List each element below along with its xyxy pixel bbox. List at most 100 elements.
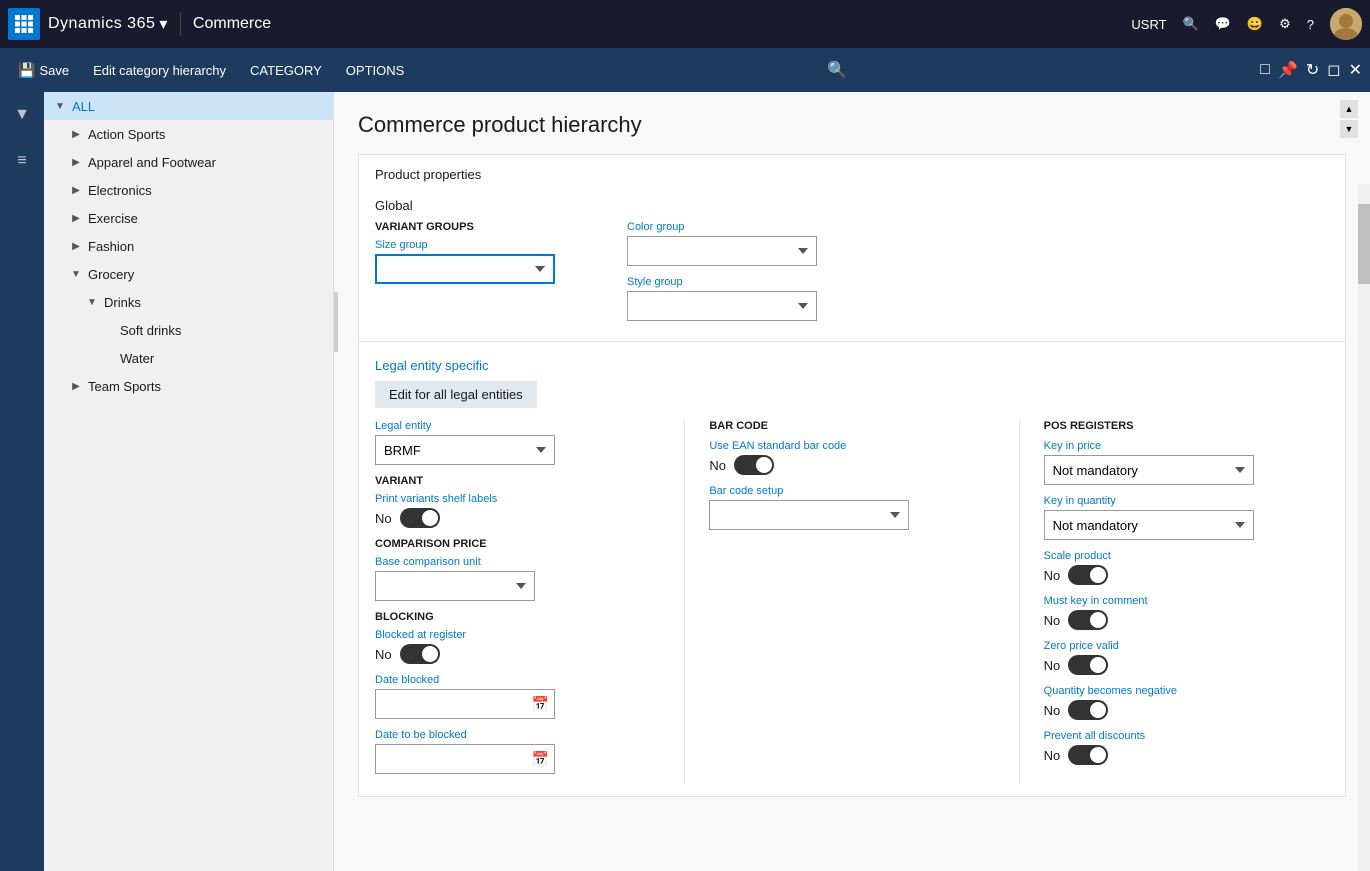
close-icon[interactable]: ✕ [1349, 60, 1362, 80]
global-subsection-label: Global [359, 194, 1345, 217]
category-button[interactable]: CATEGORY [240, 59, 332, 82]
refresh-icon[interactable]: ↻ [1306, 60, 1319, 80]
blocked-register-toggle[interactable] [400, 644, 440, 664]
tree-item-apparel[interactable]: ▶ Apparel and Footwear [44, 148, 333, 176]
edit-category-label: Edit category hierarchy [93, 63, 226, 78]
zero-price-toggle[interactable] [1068, 655, 1108, 675]
edit-category-button[interactable]: Edit category hierarchy [83, 59, 236, 82]
must-key-comment-label: Must key in comment [1044, 595, 1329, 607]
qty-negative-label: Quantity becomes negative [1044, 685, 1329, 697]
prevent-discounts-toggle[interactable] [1068, 745, 1108, 765]
tree-item-electronics-label: Electronics [88, 183, 325, 198]
expander-team-sports: ▶ [68, 378, 84, 394]
tree-item-fashion[interactable]: ▶ Fashion [44, 232, 333, 260]
user-label: USRT [1131, 17, 1166, 32]
key-in-qty-select[interactable]: Not mandatory Mandatory Normal [1044, 510, 1254, 540]
expander-grocery: ▼ [68, 266, 84, 282]
size-group-select[interactable] [375, 254, 555, 284]
key-in-qty-label: Key in quantity [1044, 495, 1329, 507]
tree-item-fashion-label: Fashion [88, 239, 325, 254]
search-icon[interactable]: 🔍 [1183, 16, 1199, 32]
top-navbar: Dynamics 365 ▾ Commerce USRT 🔍 💬 😀 ⚙ ? [0, 0, 1370, 48]
base-comparison-select[interactable] [375, 571, 535, 601]
cmd-search-icon[interactable]: 🔍 [819, 56, 855, 84]
scale-product-value: No [1044, 568, 1061, 583]
tree-item-team-sports[interactable]: ▶ Team Sports [44, 372, 333, 400]
expand-icon[interactable]: ◻ [1327, 60, 1340, 80]
date-blocked-label: Date blocked [375, 674, 660, 686]
date-to-blocked-input[interactable] [375, 744, 555, 774]
scale-product-toggle[interactable] [1068, 565, 1108, 585]
options-label: OPTIONS [346, 63, 405, 78]
scale-product-label: Scale product [1044, 550, 1329, 562]
hamburger-icon[interactable]: ≡ [11, 146, 32, 176]
use-ean-toggle[interactable] [734, 455, 774, 475]
tree-item-soft-drinks-label: Soft drinks [120, 323, 325, 338]
comment-icon[interactable]: 💬 [1215, 16, 1231, 32]
barcode-setup-select[interactable] [709, 500, 909, 530]
prevent-discounts-value: No [1044, 748, 1061, 763]
settings-icon[interactable]: ⚙ [1279, 16, 1291, 32]
main-scrollbar[interactable] [1358, 184, 1370, 871]
app-title[interactable]: Dynamics 365 ▾ [48, 14, 168, 34]
waffle-icon[interactable] [8, 8, 40, 40]
barcode-title: BAR CODE [709, 420, 994, 432]
tree-item-water-label: Water [120, 351, 325, 366]
variant-groups-title: VARIANT GROUPS [375, 221, 595, 233]
expander-fashion: ▶ [68, 238, 84, 254]
pos-registers-title: POS REGISTERS [1044, 420, 1329, 432]
zero-price-value: No [1044, 658, 1061, 673]
pin-icon[interactable]: 📌 [1278, 60, 1298, 80]
tree-item-exercise[interactable]: ▶ Exercise [44, 204, 333, 232]
expander-exercise: ▶ [68, 210, 84, 226]
print-variants-toggle[interactable] [400, 508, 440, 528]
qty-negative-toggle[interactable] [1068, 700, 1108, 720]
base-comparison-label: Base comparison unit [375, 556, 660, 568]
avatar[interactable] [1330, 8, 1362, 40]
main-content: ▲ ▼ Commerce product hierarchy Product p… [334, 92, 1370, 871]
expander-drinks: ▼ [84, 294, 100, 310]
options-button[interactable]: OPTIONS [336, 59, 415, 82]
tree-item-team-sports-label: Team Sports [88, 379, 325, 394]
tree-item-water[interactable]: Water [44, 344, 333, 372]
use-ean-value: No [709, 458, 726, 473]
size-group-label: Size group [375, 239, 595, 251]
must-key-comment-toggle[interactable] [1068, 610, 1108, 630]
scroll-controls: ▲ ▼ [1340, 100, 1358, 138]
use-ean-label: Use EAN standard bar code [709, 440, 994, 452]
scroll-up-btn[interactable]: ▲ [1340, 100, 1358, 118]
tree-item-drinks-label: Drinks [104, 295, 325, 310]
save-label: Save [39, 63, 69, 78]
blocked-register-value: No [375, 647, 392, 662]
tree-item-all[interactable]: ▼ ALL [44, 92, 333, 120]
must-key-comment-value: No [1044, 613, 1061, 628]
sidebar-icons: ▼ ≡ [0, 92, 44, 871]
style-group-select[interactable] [627, 291, 817, 321]
legal-entity-select[interactable]: BRMF USRT MXMF [375, 435, 555, 465]
tree-item-action-sports[interactable]: ▶ Action Sports [44, 120, 333, 148]
tree-item-drinks[interactable]: ▼ Drinks [44, 288, 333, 316]
expander-apparel: ▶ [68, 154, 84, 170]
expander-electronics: ▶ [68, 182, 84, 198]
product-properties-header: Product properties [359, 155, 1345, 194]
page-title: Commerce product hierarchy [358, 112, 1346, 138]
help-icon[interactable]: ? [1307, 17, 1314, 32]
style-group-label: Style group [627, 276, 827, 288]
tree-item-grocery[interactable]: ▼ Grocery [44, 260, 333, 288]
save-button[interactable]: 💾 Save [8, 58, 79, 83]
module-name: Commerce [193, 15, 271, 33]
office-icon[interactable]: □ [1260, 61, 1270, 79]
color-group-select[interactable] [627, 236, 817, 266]
tree-item-electronics[interactable]: ▶ Electronics [44, 176, 333, 204]
edit-legal-entities-button[interactable]: Edit for all legal entities [375, 381, 537, 408]
app-title-text: Dynamics 365 [48, 15, 155, 33]
tree-item-soft-drinks[interactable]: Soft drinks [44, 316, 333, 344]
date-blocked-input[interactable] [375, 689, 555, 719]
filter-icon[interactable]: ▼ [8, 100, 36, 130]
key-in-price-select[interactable]: Not mandatory Mandatory Normal [1044, 455, 1254, 485]
tree-item-exercise-label: Exercise [88, 211, 325, 226]
zero-price-label: Zero price valid [1044, 640, 1329, 652]
smiley-icon[interactable]: 😀 [1247, 16, 1263, 32]
scroll-down-btn[interactable]: ▼ [1340, 120, 1358, 138]
expander-action-sports: ▶ [68, 126, 84, 142]
